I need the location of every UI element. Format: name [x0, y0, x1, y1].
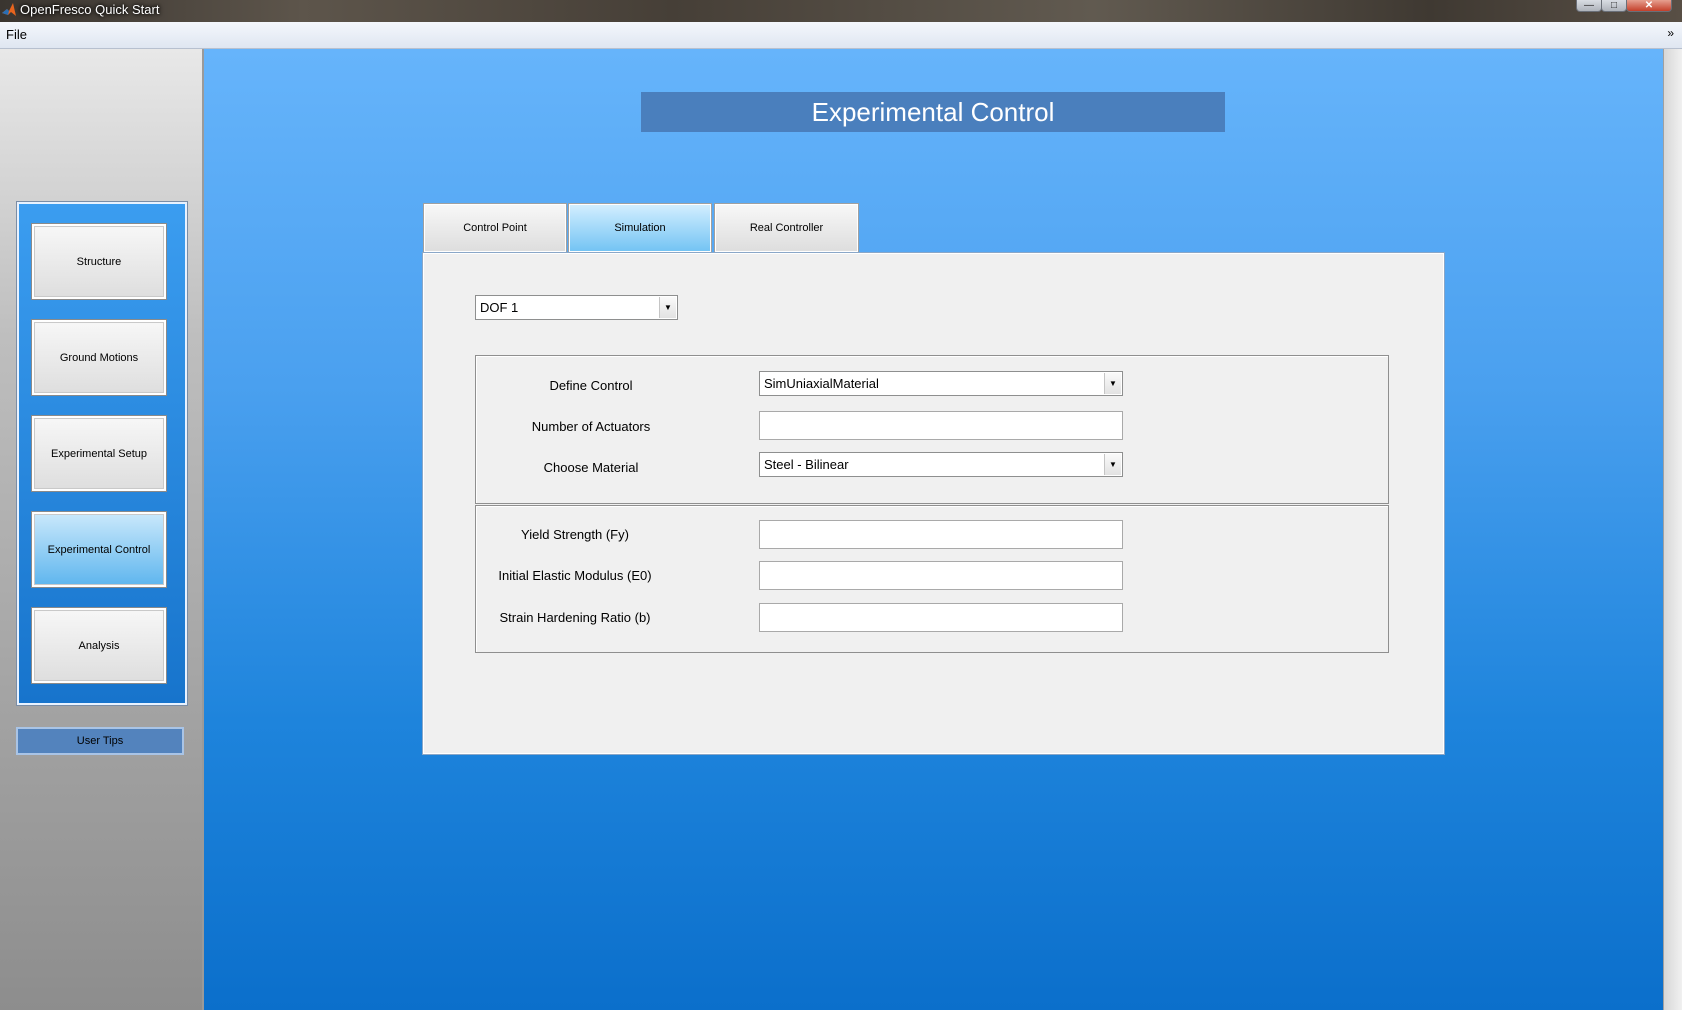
minimize-icon: — [1584, 0, 1594, 11]
navigation-box: Structure Ground Motions Experimental Se… [17, 202, 187, 705]
chevron-down-icon[interactable]: ▼ [659, 297, 676, 318]
simulation-panel: DOF 1 ▼ Define Control SimUniaxialMateri… [423, 253, 1444, 754]
define-control-value: SimUniaxialMaterial [764, 376, 879, 391]
window-right-edge [1663, 49, 1682, 1010]
maximize-icon: □ [1610, 0, 1618, 11]
menu-bar: File » [0, 22, 1682, 49]
hardening-ratio-label: Strain Hardening Ratio (b) [499, 610, 651, 625]
chevron-down-icon[interactable]: ▼ [1104, 373, 1121, 394]
chevron-down-icon[interactable]: ▼ [1104, 454, 1121, 475]
material-parameters-group: Yield Strength (Fy) Initial Elastic Modu… [475, 505, 1389, 653]
user-tips-button[interactable]: User Tips [16, 727, 184, 755]
matlab-logo-icon [2, 3, 16, 16]
window-title: OpenFresco Quick Start [20, 2, 160, 17]
yield-strength-input[interactable] [759, 520, 1123, 549]
tab-control-point[interactable]: Control Point [423, 203, 567, 253]
hardening-ratio-input[interactable] [759, 603, 1123, 632]
menu-overflow-icon[interactable]: » [1667, 26, 1674, 40]
main-panel: Experimental Control Control Point Simul… [204, 49, 1663, 1010]
tab-real-controller[interactable]: Real Controller [714, 203, 859, 253]
choose-material-value: Steel - Bilinear [764, 457, 849, 472]
num-actuators-input[interactable] [759, 411, 1123, 440]
elastic-modulus-input[interactable] [759, 561, 1123, 590]
dof-select[interactable]: DOF 1 ▼ [475, 295, 678, 320]
page-title: Experimental Control [641, 92, 1225, 132]
close-icon: ✕ [1644, 0, 1654, 11]
control-definition-group: Define Control SimUniaxialMaterial ▼ Num… [475, 355, 1389, 504]
left-panel: Structure Ground Motions Experimental Se… [0, 49, 204, 1010]
nav-experimental-control-button[interactable]: Experimental Control [32, 512, 166, 587]
menu-file[interactable]: File [6, 27, 27, 42]
yield-strength-label: Yield Strength (Fy) [521, 527, 629, 542]
dof-select-value: DOF 1 [480, 300, 519, 315]
close-button[interactable]: ✕ [1626, 0, 1672, 12]
choose-material-select[interactable]: Steel - Bilinear ▼ [759, 452, 1123, 477]
nav-analysis-button[interactable]: Analysis [32, 608, 166, 683]
nav-structure-button[interactable]: Structure [32, 224, 166, 299]
window-title-bar: OpenFresco Quick Start — □ ✕ [0, 0, 1682, 22]
define-control-select[interactable]: SimUniaxialMaterial ▼ [759, 371, 1123, 396]
elastic-modulus-label: Initial Elastic Modulus (E0) [498, 568, 652, 583]
nav-experimental-setup-button[interactable]: Experimental Setup [32, 416, 166, 491]
nav-ground-motions-button[interactable]: Ground Motions [32, 320, 166, 395]
tab-simulation[interactable]: Simulation [568, 203, 712, 253]
num-actuators-label: Number of Actuators [531, 419, 651, 434]
minimize-button[interactable]: — [1576, 0, 1602, 12]
choose-material-label: Choose Material [543, 460, 639, 475]
maximize-button[interactable]: □ [1601, 0, 1627, 12]
define-control-label: Define Control [549, 378, 633, 393]
